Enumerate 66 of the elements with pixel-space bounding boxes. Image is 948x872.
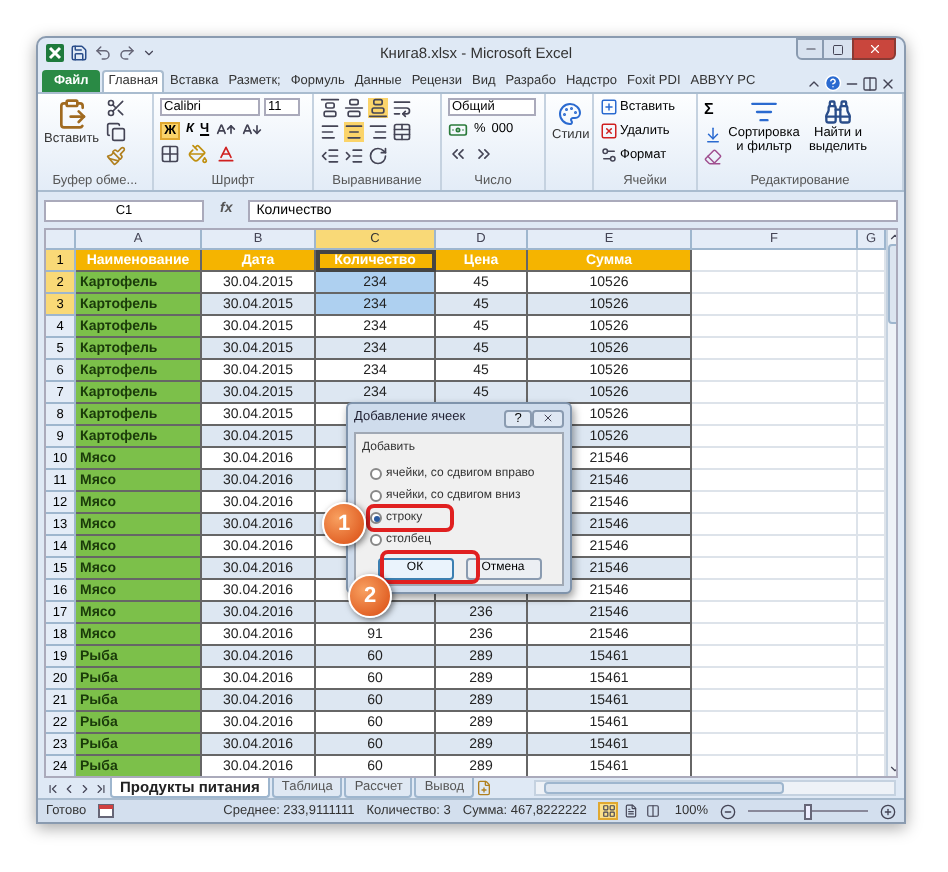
align-bottom-icon[interactable] — [368, 98, 388, 118]
decrease-decimal-icon[interactable] — [474, 144, 494, 164]
fill-color-icon[interactable] — [188, 144, 208, 164]
close-button[interactable] — [852, 38, 896, 60]
styles-icon[interactable] — [558, 102, 583, 126]
merge-cells-icon[interactable] — [392, 122, 412, 142]
next-sheet-icon[interactable] — [78, 781, 92, 795]
normal-view-icon[interactable] — [598, 802, 619, 820]
zoom-slider-thumb[interactable] — [804, 803, 812, 819]
font-color-icon[interactable] — [216, 144, 236, 164]
insert-icon[interactable] — [600, 98, 618, 117]
previous-sheet-icon[interactable] — [62, 781, 76, 795]
delete-icon[interactable] — [600, 122, 618, 141]
align-top-icon[interactable] — [320, 98, 340, 118]
first-sheet-icon[interactable] — [46, 781, 60, 795]
customize-icon[interactable] — [142, 46, 156, 60]
undo-icon[interactable] — [94, 44, 112, 62]
radio-button[interactable] — [370, 512, 382, 524]
help-icon[interactable] — [824, 74, 842, 92]
close-icon[interactable] — [542, 412, 554, 424]
horizontal-scrollbar[interactable] — [534, 780, 896, 796]
clear-icon[interactable] — [704, 148, 722, 166]
zoom-slider[interactable] — [748, 803, 868, 819]
radio-button[interactable] — [370, 490, 382, 502]
save-icon[interactable] — [70, 44, 88, 62]
macro-record-icon[interactable] — [98, 804, 115, 818]
shrink-font-icon[interactable] — [241, 120, 262, 140]
app-logo-icon — [46, 44, 64, 62]
last-sheet-icon[interactable] — [94, 781, 108, 795]
increase-decimal-icon[interactable] — [448, 144, 468, 164]
format-icon[interactable] — [600, 145, 618, 164]
zoom-in-icon[interactable] — [880, 803, 896, 819]
autosum-button[interactable]: Σ — [704, 98, 722, 122]
page-layout-icon[interactable] — [620, 802, 641, 820]
collapse-ribbon-icon[interactable] — [806, 76, 822, 92]
orientation-icon[interactable] — [368, 146, 388, 166]
align-right-icon[interactable] — [368, 122, 388, 142]
close-workbook-icon[interactable] — [880, 76, 896, 92]
copy-icon[interactable] — [105, 122, 126, 142]
maximize-icon[interactable] — [832, 43, 844, 55]
redo-icon[interactable] — [118, 44, 136, 62]
highlight-frame — [366, 504, 454, 532]
zoom-out-icon[interactable] — [720, 803, 736, 819]
radio-button[interactable] — [370, 534, 382, 546]
highlight-frame — [380, 550, 480, 584]
grow-font-icon[interactable] — [215, 120, 236, 140]
align-left-icon[interactable] — [320, 122, 340, 142]
page-break-icon[interactable] — [642, 802, 663, 820]
maximize-button[interactable] — [824, 38, 852, 60]
wrap-text-icon[interactable] — [392, 98, 412, 118]
currency-icon[interactable] — [448, 120, 468, 140]
filter-icon[interactable] — [750, 98, 778, 126]
align-center-icon[interactable] — [344, 122, 364, 142]
paste-icon[interactable] — [55, 98, 88, 130]
fill-icon[interactable] — [704, 126, 722, 144]
align-middle-icon[interactable] — [344, 98, 364, 118]
binoculars-icon[interactable] — [824, 98, 852, 126]
dialog-close-button[interactable] — [532, 409, 564, 427]
increase-indent-icon[interactable] — [344, 146, 364, 166]
decrease-indent-icon[interactable] — [320, 146, 340, 166]
insert-sheet-icon[interactable] — [476, 780, 492, 796]
cut-icon[interactable] — [105, 98, 126, 118]
restore-workbook-icon[interactable] — [862, 76, 878, 92]
borders-icon[interactable] — [160, 144, 180, 164]
scroll-thumb[interactable] — [544, 782, 784, 794]
radio-button[interactable] — [370, 468, 382, 480]
